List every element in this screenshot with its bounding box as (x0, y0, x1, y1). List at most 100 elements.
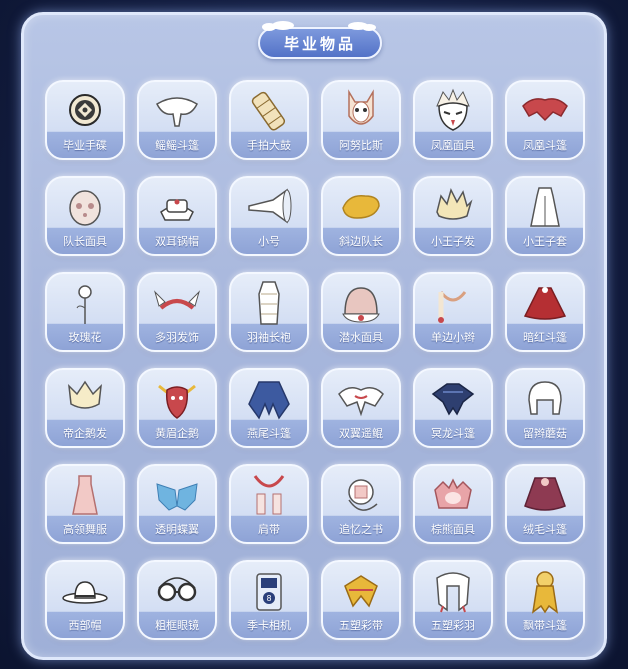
memory-book-icon (348, 479, 378, 511)
item-slot[interactable]: 多羽发饰 (137, 272, 217, 352)
item-label: 阿努比斯 (339, 139, 383, 152)
page-title: 毕业物品 (258, 27, 382, 59)
dance-outfit-icon (72, 475, 98, 515)
item-label: 追忆之书 (339, 523, 383, 536)
item-label: 五塑彩带 (339, 619, 383, 632)
item-label: 冥龙斗篷 (431, 427, 475, 440)
item-label: 羽袖长袍 (247, 331, 291, 344)
phoenix-cape-icon (522, 98, 568, 122)
little-prince-hair-icon (436, 187, 473, 220)
item-label: 潜水面具 (339, 331, 383, 344)
item-label: 黄眉企鹅 (155, 427, 199, 440)
item-label: 燕尾斗篷 (247, 427, 291, 440)
glasses-icon (157, 577, 197, 602)
drum-icon (251, 91, 286, 131)
bear-mask-icon (434, 478, 472, 509)
item-label: 凤凰面具 (431, 139, 475, 152)
camera-icon: 8 (256, 573, 282, 611)
ribbon-icon (344, 575, 378, 608)
item-slot[interactable]: 追忆之书 (321, 464, 401, 544)
penguin-hair-icon (68, 380, 102, 409)
item-slot[interactable]: 西部帽 (45, 560, 125, 640)
item-label: 小王子套 (523, 235, 567, 248)
item-label: 小王子发 (431, 235, 475, 248)
mushroom-hair-icon (528, 381, 562, 415)
item-slot[interactable]: 暗红斗篷 (505, 272, 585, 352)
item-slot[interactable]: 棕熊面具 (413, 464, 493, 544)
item-slot[interactable]: 小号 (229, 176, 309, 256)
item-label: 棕熊面具 (431, 523, 475, 536)
feather-headband-icon (153, 290, 201, 310)
rose-icon (76, 285, 92, 324)
item-label: 凤凰斗篷 (523, 139, 567, 152)
item-slot[interactable]: 8 季卡相机 (229, 560, 309, 640)
item-slot[interactable]: 五塑彩羽 (413, 560, 493, 640)
item-slot[interactable]: 单边小辫 (413, 272, 493, 352)
item-slot[interactable]: 小王子发 (413, 176, 493, 256)
item-label: 斜边队长 (339, 235, 383, 248)
item-slot[interactable]: 队长面具 (45, 176, 125, 256)
item-slot[interactable]: 阿努比斯 (321, 80, 401, 160)
item-label: 鳐鳐斗篷 (155, 139, 199, 152)
item-slot[interactable]: 黄眉企鹅 (137, 368, 217, 448)
item-slot[interactable]: 小王子套 (505, 176, 585, 256)
cowboy-hat-icon (62, 581, 108, 604)
item-slot[interactable]: 肩带 (229, 464, 309, 544)
item-label: 毕业手碟 (63, 139, 107, 152)
item-slot[interactable]: 双翼遥鲲 (321, 368, 401, 448)
item-slot[interactable]: 双耳锅帽 (137, 176, 217, 256)
side-braid-icon (438, 291, 467, 323)
item-slot[interactable]: 玫瑰花 (45, 272, 125, 352)
item-label: 队长面具 (63, 235, 107, 248)
item-slot[interactable]: 毕业手碟 (45, 80, 125, 160)
title-banner: 毕业物品 (258, 21, 382, 59)
little-prince-outfit-icon (530, 187, 560, 227)
item-slot[interactable]: 斜边队长 (321, 176, 401, 256)
item-slot[interactable]: 燕尾斗篷 (229, 368, 309, 448)
item-label: 多羽发饰 (155, 331, 199, 344)
item-slot[interactable]: 飘带斗篷 (505, 560, 585, 640)
feather-robe-icon (258, 281, 280, 325)
svg-text:8: 8 (266, 594, 271, 603)
krill-cape-icon (431, 383, 475, 416)
handpan-icon (69, 94, 101, 126)
item-slot[interactable]: 绒毛斗篷 (505, 464, 585, 544)
item-slot[interactable]: 帝企鹅发 (45, 368, 125, 448)
item-label: 粗框眼镜 (155, 619, 199, 632)
items-grid: 毕业手碟 鳐鳐斗篷 手拍大鼓 阿努比斯 凤凰面具 凤凰斗篷队长面具 双耳锅帽 小号 斜边队长 小王… (45, 80, 585, 640)
item-label: 双翼遥鲲 (339, 427, 383, 440)
item-slot[interactable]: 粗框眼镜 (137, 560, 217, 640)
ribbon-cape-icon (531, 571, 559, 614)
phoenix-mask-icon (436, 88, 470, 131)
item-slot[interactable]: 高领舞服 (45, 464, 125, 544)
item-label: 双耳锅帽 (155, 235, 199, 248)
item-slot[interactable]: 凤凰斗篷 (505, 80, 585, 160)
item-slot[interactable]: 鳐鳐斗篷 (137, 80, 217, 160)
snow-decoration (362, 24, 376, 31)
item-label: 肩带 (258, 523, 280, 536)
item-slot[interactable]: 冥龙斗篷 (413, 368, 493, 448)
item-slot[interactable]: 手拍大鼓 (229, 80, 309, 160)
item-slot[interactable]: 透明蝶翼 (137, 464, 217, 544)
dark-red-cape-icon (523, 287, 567, 320)
anubis-mask-icon (348, 89, 374, 125)
item-slot[interactable]: 潜水面具 (321, 272, 401, 352)
swallowtail-cape-icon (248, 381, 290, 420)
item-label: 季卡相机 (247, 619, 291, 632)
penguin-mask-icon (158, 384, 196, 419)
feather-hair-icon (436, 572, 470, 613)
item-label: 高领舞服 (63, 523, 107, 536)
item-label: 小号 (258, 235, 280, 248)
item-slot[interactable]: 凤凰面具 (413, 80, 493, 160)
item-slot[interactable]: 留辫蘑菇 (505, 368, 585, 448)
winged-whale-cape-icon (338, 387, 384, 417)
bevel-captain-icon (342, 195, 380, 219)
item-label: 西部帽 (68, 619, 102, 632)
item-slot[interactable]: 羽袖长袍 (229, 272, 309, 352)
item-slot[interactable]: 五塑彩带 (321, 560, 401, 640)
butterfly-wings-icon (156, 483, 198, 511)
item-label: 玫瑰花 (68, 331, 102, 344)
item-label: 暗红斗篷 (523, 331, 567, 344)
item-label: 五塑彩羽 (431, 619, 475, 632)
item-label: 飘带斗篷 (523, 619, 567, 632)
